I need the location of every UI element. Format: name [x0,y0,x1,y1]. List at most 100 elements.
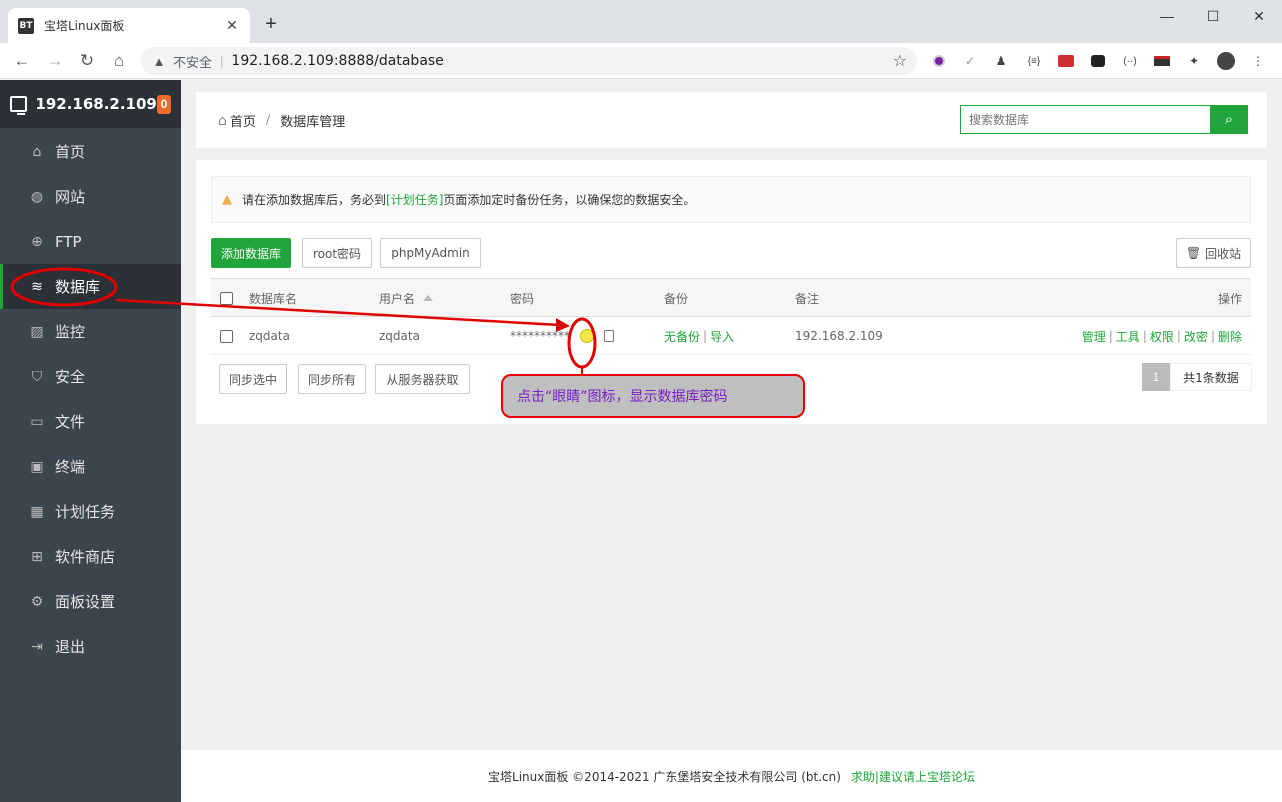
minimize-icon[interactable]: — [1144,4,1190,28]
search-input[interactable] [960,105,1210,134]
extensions-puzzle-icon[interactable]: ✦ [1184,51,1204,71]
sidebar-item-label: 监控 [55,323,86,341]
shield-icon: ⛉ [31,368,43,385]
col-name[interactable]: 数据库名 [249,279,297,317]
browser-tab[interactable]: BT 宝塔Linux面板 ✕ [8,8,250,43]
tab-title: 宝塔Linux面板 [44,19,125,33]
grid-icon: ⊞ [31,548,43,565]
reload-icon[interactable]: ↻ [74,48,100,74]
sidebar-item-ftp[interactable]: ⊕ FTP [0,219,181,264]
extension-red-icon[interactable] [1056,51,1076,71]
import-link[interactable]: 导入 [710,328,734,345]
breadcrumb-separator: / [265,113,271,128]
profile-icon[interactable] [1216,51,1236,71]
sidebar-item-security[interactable]: ⛉ 安全 [0,354,181,399]
sidebar-item-home[interactable]: ⌂ 首页 [0,129,181,174]
tools-link[interactable]: 工具 [1116,328,1140,345]
close-window-icon[interactable]: ✕ [1236,4,1282,28]
root-password-button[interactable]: root密码 [302,238,372,268]
extension-purple-icon[interactable] [929,51,949,71]
browser-tabbar: BT 宝塔Linux面板 ✕ + — ☐ ✕ [0,0,1282,43]
extension-json-icon[interactable]: {≡} [1024,51,1044,71]
add-database-button[interactable]: 添加数据库 [211,238,291,268]
footer-copyright: 宝塔Linux面板 ©2014-2021 广东堡塔安全技术有限公司 (bt.cn… [488,769,841,784]
sidebar-item-database[interactable]: ≋ 数据库 [0,264,181,309]
divider: | [703,329,708,343]
change-password-link[interactable]: 改密 [1184,328,1208,345]
extension-code-icon[interactable]: (··) [1120,51,1140,71]
close-tab-icon[interactable]: ✕ [224,17,240,34]
insecure-label: 不安全 [173,55,213,71]
url-text[interactable]: 192.168.2.109:8888/database [231,53,892,69]
extension-check-icon[interactable]: ✓ [960,51,980,71]
col-ops: 操作 [1217,291,1242,306]
divider: | [1176,329,1181,343]
globe-icon: ◍ [30,188,44,205]
server-ip: 192.168.2.109 [35,95,157,113]
sidebar-item-logout[interactable]: ⇥ 退出 [0,624,181,669]
no-backup-link[interactable]: 无备份 [664,328,700,345]
forum-link[interactable]: 求助|建议请上宝塔论坛 [851,768,975,785]
breadcrumb-home[interactable]: 首页 [230,111,256,130]
sidebar-item-store[interactable]: ⊞ 软件商店 [0,534,181,579]
sidebar-item-label: 退出 [55,638,86,656]
sidebar-item-label: 数据库 [55,278,101,296]
fetch-from-server-button[interactable]: 从服务器获取 [375,364,470,394]
maximize-icon[interactable]: ☐ [1190,4,1236,28]
backup-cell: 无备份 | 导入 [664,317,734,355]
cron-link[interactable]: [计划任务] [386,191,443,208]
extension-tampermonkey-icon[interactable] [1088,51,1108,71]
page-number[interactable]: 1 [1142,363,1170,391]
sidebar-item-label: 网站 [55,188,86,206]
sidebar-item-label: 安全 [55,368,86,386]
monitor-icon: ▨ [30,323,44,340]
new-tab-icon[interactable]: + [260,13,282,35]
sidebar-item-website[interactable]: ◍ 网站 [0,174,181,219]
bookmark-star-icon[interactable]: ☆ [893,51,907,71]
col-user[interactable]: 用户名 [379,279,434,317]
row-checkbox[interactable] [220,329,233,343]
home-nav-icon[interactable]: ⌂ [106,48,132,74]
sync-selected-button[interactable]: 同步选中 [219,364,287,394]
ops-cell: 管理 | 工具 | 权限 | 改密 | 删除 [1082,317,1242,355]
ftp-icon: ⊕ [31,233,43,250]
search-box: ⌕ [960,105,1248,134]
back-icon[interactable]: ← [9,48,35,74]
database-table: 数据库名 用户名 密码 备份 备注 操作 zqdata zqdata *****… [211,278,1251,355]
forward-icon[interactable]: → [42,48,68,74]
search-button[interactable]: ⌕ [1210,105,1248,134]
db-name[interactable]: zqdata [249,317,290,355]
copy-icon[interactable] [604,330,614,342]
delete-link[interactable]: 删除 [1218,328,1242,345]
backup-alert: ▲ 请在添加数据库后，务必到 [计划任务] 页面添加定时备份任务，以确保您的数据安全… [211,176,1251,223]
extension-ninja-icon[interactable] [1152,51,1172,71]
sidebar-item-files[interactable]: ▭ 文件 [0,399,181,444]
divider: | [1142,329,1147,343]
sidebar-item-settings[interactable]: ⚙ 面板设置 [0,579,181,624]
permission-link[interactable]: 权限 [1150,328,1174,345]
select-all-checkbox[interactable] [220,291,233,305]
sidebar-item-label: 终端 [55,458,86,476]
col-backup: 备份 [664,291,689,306]
browser-toolbar: ← → ↻ ⌂ ▲ 不安全 | 192.168.2.109:8888/datab… [0,43,1282,79]
sidebar-item-monitor[interactable]: ▨ 监控 [0,309,181,354]
search-icon: ⌕ [1224,111,1234,128]
sidebar-item-terminal[interactable]: ▣ 终端 [0,444,181,489]
breadcrumb-home-icon[interactable]: ⌂ [218,113,227,129]
sidebar-item-cron[interactable]: ▦ 计划任务 [0,489,181,534]
eye-icon[interactable] [580,329,594,343]
phpmyadmin-button[interactable]: phpMyAdmin [380,238,481,268]
table-row: zqdata zqdata ********** 无备份 | 导入 192.168.… [211,317,1251,355]
manage-link[interactable]: 管理 [1082,328,1106,345]
breadcrumb-current: 数据库管理 [280,115,346,130]
extension-user-icon[interactable]: ♟ [991,51,1011,71]
db-note[interactable]: 192.168.2.109 [795,317,883,355]
sort-asc-icon [423,295,434,301]
trash-icon: 🗑 [1185,246,1202,260]
sidebar-header: 192.168.2.109 0 [0,80,181,128]
sync-all-button[interactable]: 同步所有 [298,364,366,394]
recycle-bin-button[interactable]: 🗑 回收站 [1176,238,1251,268]
browser-menu-icon[interactable]: ⋮ [1248,51,1268,71]
address-bar[interactable]: ▲ 不安全 | 192.168.2.109:8888/database ☆ [141,47,917,75]
notification-badge[interactable]: 0 [156,94,171,114]
